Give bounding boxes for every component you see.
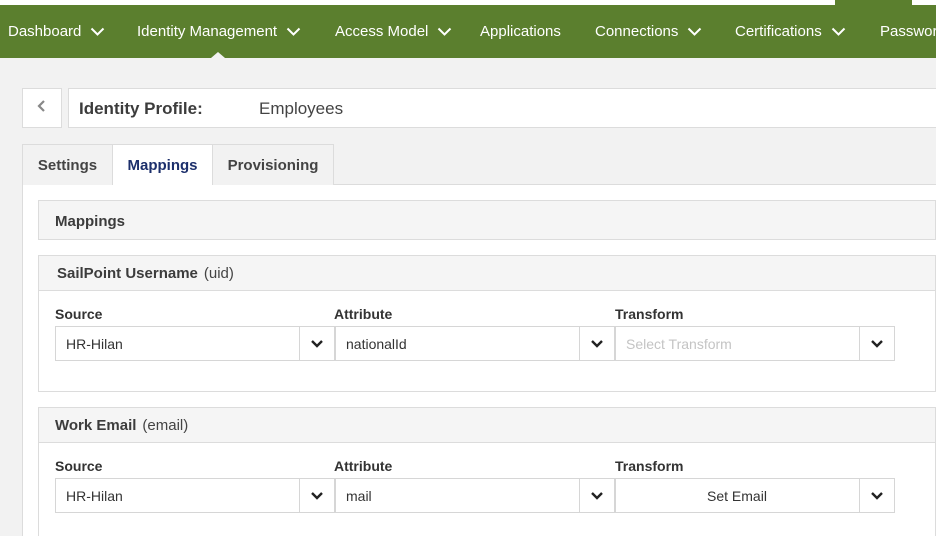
attribute-label: Attribute — [334, 306, 393, 322]
tab-label: Mappings — [127, 157, 198, 174]
nav-item-identity-management[interactable]: Identity Management — [137, 5, 301, 58]
identity-profile-name: Employees — [259, 99, 344, 118]
source-value: HR-Hilan — [66, 488, 123, 504]
mappings-title: Mappings — [55, 213, 125, 230]
attribute-select[interactable]: mail — [335, 478, 615, 513]
chevron-down-icon — [831, 24, 846, 39]
transform-placeholder: Select Transform — [626, 336, 732, 352]
transform-value: Set Email — [707, 488, 767, 504]
chevron-down-icon[interactable] — [859, 479, 894, 512]
mapping-section-header: SailPoint Username (uid) — [38, 255, 936, 291]
attribute-value: mail — [346, 488, 372, 504]
attribute-value: nationalId — [346, 336, 407, 352]
identity-profile-bar: Identity Profile: Employees — [68, 88, 936, 128]
chevron-down-icon — [286, 24, 301, 39]
nav-item-label: Dashboard — [8, 23, 82, 40]
mapping-section-title: SailPoint Username (uid) — [57, 265, 234, 282]
chevron-down-icon — [687, 24, 702, 39]
transform-label: Transform — [615, 306, 684, 322]
nav-item-label: Identity Management — [137, 23, 278, 40]
chevron-down-icon — [90, 24, 105, 39]
attribute-key: (uid) — [203, 265, 234, 282]
attribute-label: Attribute — [334, 458, 393, 474]
nav-item-label: Passwor — [880, 23, 936, 40]
source-label: Source — [55, 306, 103, 322]
nav-item-dashboard[interactable]: Dashboard — [8, 5, 105, 58]
source-label: Source — [55, 458, 103, 474]
mappings-header: Mappings — [38, 200, 936, 240]
transform-label: Transform — [615, 458, 684, 474]
mapping-section-body: Source Attribute Transform HR-Hilan mail… — [38, 443, 936, 536]
transform-select[interactable]: Set Email — [615, 478, 895, 513]
tab-provisioning[interactable]: Provisioning — [212, 144, 334, 185]
chevron-down-icon — [437, 24, 452, 39]
chevron-down-icon[interactable] — [579, 479, 614, 512]
chevron-down-icon[interactable] — [579, 327, 614, 360]
attribute-display-name: Work Email — [55, 417, 137, 434]
tab-label: Settings — [37, 156, 98, 174]
tab-mappings[interactable]: Mappings — [112, 144, 213, 186]
nav-item-connections[interactable]: Connections — [595, 5, 702, 58]
source-value: HR-Hilan — [66, 336, 123, 352]
attribute-key: (email) — [142, 417, 189, 434]
identity-profile-label: Identity Profile: — [79, 99, 203, 118]
mapping-section-title: Work Email (email) — [55, 417, 188, 434]
active-nav-indicator — [211, 52, 225, 58]
chevron-left-icon — [36, 99, 48, 118]
chevron-down-icon[interactable] — [859, 327, 894, 360]
mapping-section-header: Work Email (email) — [38, 407, 936, 443]
transform-select[interactable]: Select Transform — [615, 326, 895, 361]
nav-item-certifications[interactable]: Certifications — [735, 5, 846, 58]
nav-item-label: Certifications — [735, 23, 822, 40]
nav-item-password[interactable]: Passwor — [880, 5, 936, 58]
mapping-section-body: Source Attribute Transform HR-Hilan nati… — [38, 291, 936, 392]
attribute-display-name: SailPoint Username — [57, 265, 198, 282]
attribute-select[interactable]: nationalId — [335, 326, 615, 361]
main-nav: Dashboard Identity Management Access Mod… — [0, 5, 936, 58]
chevron-down-icon[interactable] — [299, 479, 334, 512]
nav-item-label: Access Model — [335, 23, 429, 40]
chevron-down-icon[interactable] — [299, 327, 334, 360]
tab-settings[interactable]: Settings — [22, 144, 113, 185]
nav-item-access-model[interactable]: Access Model — [335, 5, 452, 58]
nav-item-label: Connections — [595, 23, 679, 40]
source-select[interactable]: HR-Hilan — [55, 478, 335, 513]
back-button[interactable] — [22, 88, 62, 128]
source-select[interactable]: HR-Hilan — [55, 326, 335, 361]
nav-item-applications[interactable]: Applications — [480, 5, 561, 58]
nav-item-label: Applications — [480, 23, 561, 40]
tab-label: Provisioning — [227, 156, 319, 174]
